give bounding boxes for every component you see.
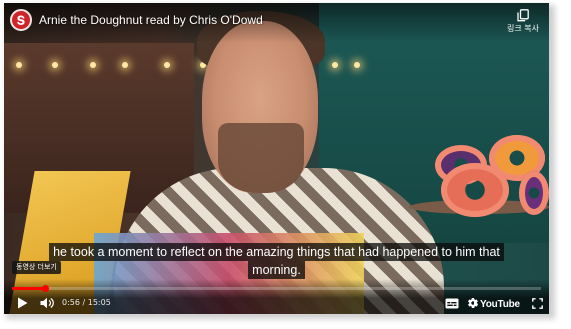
caption-line: he took a moment to reflect on the amazi…: [49, 243, 504, 261]
doughnut: [441, 163, 509, 217]
subtitles-button[interactable]: [444, 295, 460, 311]
fullscreen-button[interactable]: [530, 295, 544, 311]
subtitles-icon: [445, 298, 459, 308]
copy-link-label: 링크 복사: [507, 24, 539, 33]
progress-bar[interactable]: [12, 285, 541, 292]
caption-window: he took a moment to reflect on the amazi…: [24, 243, 529, 279]
time-display: 0:56 / 15:05: [62, 298, 111, 307]
copy-icon: [517, 9, 529, 22]
top-bar: Arnie the Doughnut read by Chris O'Dowd …: [4, 3, 549, 43]
caption-line: morning.: [248, 261, 305, 279]
progress-played: [12, 287, 45, 290]
copy-link-button[interactable]: 링크 복사: [503, 9, 543, 39]
presenter-beard: [218, 123, 304, 193]
progress-scrubber[interactable]: [41, 285, 49, 292]
volume-icon: [40, 297, 54, 309]
player-controls: 0:56 / 15:05 YouTube: [4, 279, 549, 314]
video-title[interactable]: Arnie the Doughnut read by Chris O'Dowd: [39, 13, 263, 27]
youtube-logo-button[interactable]: YouTube: [474, 297, 520, 311]
youtube-logo-icon: [474, 301, 478, 307]
play-button[interactable]: [14, 295, 30, 311]
play-icon: [17, 297, 27, 309]
video-player[interactable]: Arnie the Doughnut read by Chris O'Dowd …: [4, 3, 549, 314]
fullscreen-icon: [531, 297, 543, 309]
volume-button[interactable]: [38, 295, 56, 311]
doughnut: [519, 171, 549, 215]
youtube-logo-label: YouTube: [480, 298, 520, 310]
more-videos-button[interactable]: 동영상 더보기: [12, 261, 61, 274]
channel-logo-icon[interactable]: [10, 9, 32, 31]
